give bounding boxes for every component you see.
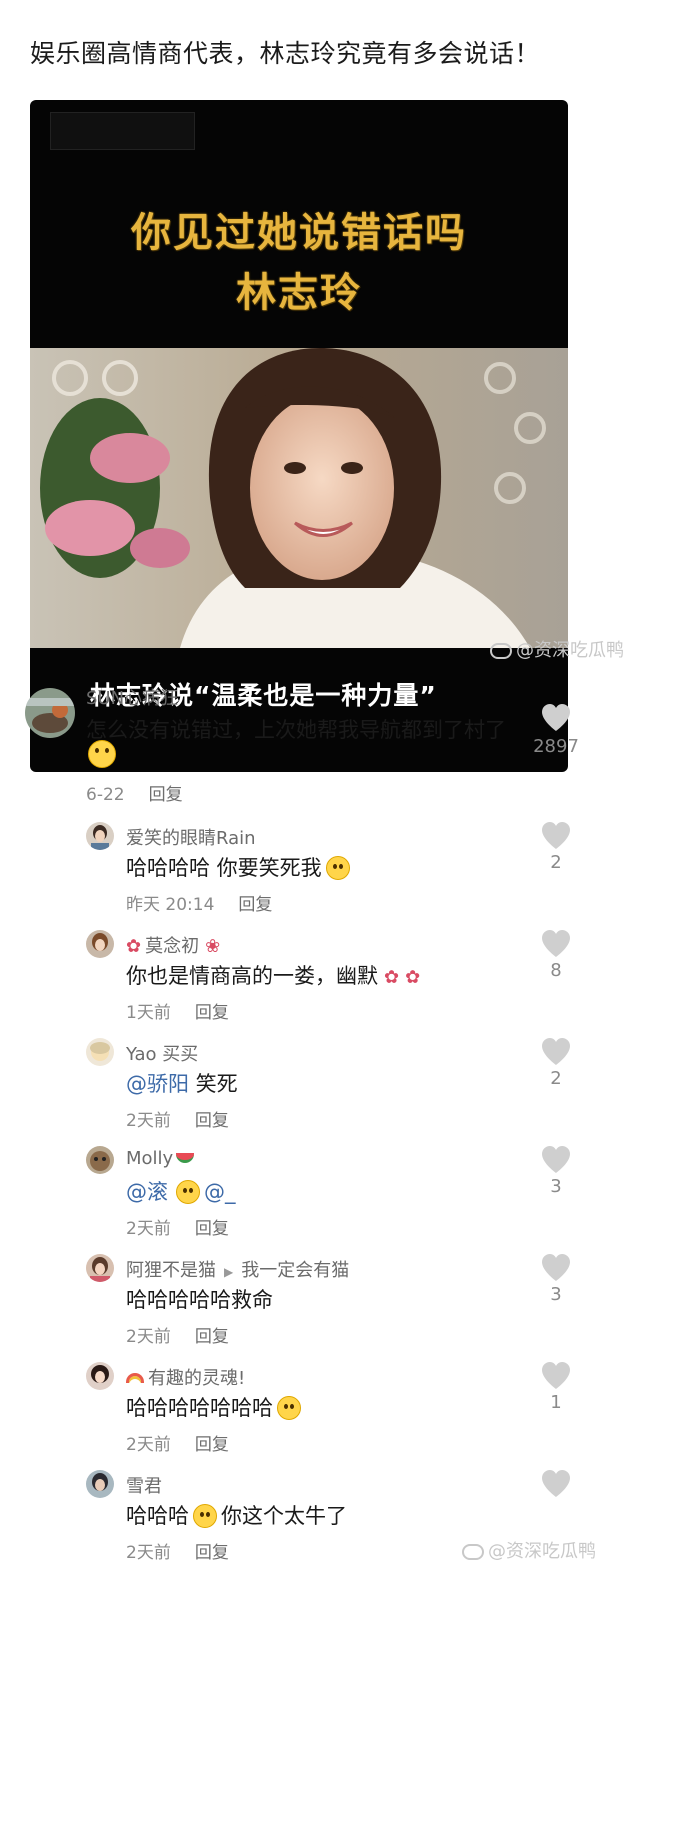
reply-arrow-icon: ▶ xyxy=(224,1265,234,1279)
reply-button[interactable]: 回复 xyxy=(195,1111,229,1131)
crying-laugh-emoji-icon xyxy=(176,1180,200,1204)
like-count: 2 xyxy=(550,1068,562,1089)
watermark-text: @资深吃瓜鸭 xyxy=(488,1541,596,1562)
avatar[interactable] xyxy=(86,1254,114,1282)
like-count: 8 xyxy=(550,960,562,981)
commenter-name[interactable]: 阿狸不是猫 xyxy=(126,1260,216,1281)
portrait-photo xyxy=(30,348,568,648)
reply-button[interactable]: 回复 xyxy=(238,895,272,915)
mention-link[interactable]: @_ xyxy=(204,1180,236,1204)
comment-time: 昨天 20:14 xyxy=(126,895,215,915)
commenter-name[interactable]: Molly xyxy=(126,1148,173,1169)
laugh-emoji-icon xyxy=(193,1504,217,1528)
reply-button[interactable]: 回复 xyxy=(195,1327,229,1347)
commenter-name[interactable]: 雪君 xyxy=(126,1472,162,1498)
comment-time: 2天前 xyxy=(126,1219,171,1239)
commenter-name[interactable]: 有趣的灵魂! xyxy=(148,1368,245,1389)
like-count: 2897 xyxy=(533,736,579,757)
comment-text-continued: 你这个太牛了 xyxy=(221,1504,347,1528)
like-count: 3 xyxy=(550,1176,562,1197)
heart-icon[interactable] xyxy=(541,704,571,732)
comment-time: 2天前 xyxy=(126,1435,171,1455)
heart-icon[interactable] xyxy=(541,822,571,850)
heart-icon[interactable] xyxy=(541,930,571,958)
watermelon-icon xyxy=(176,1153,195,1163)
watermark: @资深吃瓜鸭 xyxy=(490,636,624,662)
watermark-text: @资深吃瓜鸭 xyxy=(516,640,624,661)
commenter-name[interactable]: 莫念初 xyxy=(145,936,199,957)
post-image[interactable]: 你见过她说错话吗 林志玲 林志玲说“温柔也是一种力量” xyxy=(30,100,568,772)
reply-button[interactable]: 回复 xyxy=(195,1003,229,1023)
flower-icon: ❀ xyxy=(205,936,221,957)
comment-text: 哈哈哈哈哈救命 xyxy=(126,1288,273,1312)
comment-text: 你也是情商高的一娄，幽默 xyxy=(126,964,378,988)
heart-icon[interactable] xyxy=(541,1362,571,1390)
weibo-logo-icon xyxy=(462,1544,484,1560)
comment-time: 6-22 xyxy=(86,785,125,805)
watermark: @资深吃瓜鸭 xyxy=(462,1537,596,1563)
comment-text: 哈哈哈哈 你要笑死我 xyxy=(126,856,322,880)
avatar[interactable] xyxy=(86,1362,114,1390)
media-subheadline: 林志玲 xyxy=(236,269,362,316)
rose-icon: ✿ xyxy=(126,936,142,957)
mention-link[interactable]: @滚 xyxy=(126,1180,168,1204)
post-title: 娱乐圈高情商代表，林志玲究竟有多会说话！ xyxy=(30,39,541,68)
reply-button[interactable]: 回复 xyxy=(149,785,183,805)
heart-icon[interactable] xyxy=(541,1038,571,1066)
weibo-logo-icon xyxy=(490,643,512,659)
rainbow-icon xyxy=(126,1373,144,1383)
comment-time: 2天前 xyxy=(126,1543,171,1563)
blurred-corner-tag xyxy=(50,112,195,150)
rose-icon: ✿ xyxy=(384,967,400,988)
avatar[interactable] xyxy=(86,822,114,850)
comment-time: 2天前 xyxy=(126,1111,171,1131)
avatar[interactable] xyxy=(86,1146,114,1174)
commenter-name[interactable]: 爱笑的眼睛Rain xyxy=(126,824,256,850)
avatar[interactable] xyxy=(86,930,114,958)
avatar[interactable] xyxy=(25,688,75,738)
commenter-name[interactable]: Yao 买买 xyxy=(126,1040,198,1066)
comment-time: 2天前 xyxy=(126,1327,171,1347)
reply-button[interactable]: 回复 xyxy=(195,1543,229,1563)
heart-icon[interactable] xyxy=(541,1254,571,1282)
commenter-name[interactable]: SUN心病狂 xyxy=(86,684,178,710)
reply-button[interactable]: 回复 xyxy=(195,1219,229,1239)
laugh-emoji-icon xyxy=(325,856,350,880)
comment-time: 1天前 xyxy=(126,1003,171,1023)
media-headline: 你见过她说错话吗 xyxy=(131,209,467,256)
like-count: 2 xyxy=(550,852,562,873)
avatar[interactable] xyxy=(86,1470,114,1498)
heart-icon[interactable] xyxy=(541,1146,571,1174)
reply-to-name[interactable]: 我一定会有猫 xyxy=(241,1260,349,1281)
laugh-emoji-icon xyxy=(277,1396,301,1420)
comment-text: 笑死 xyxy=(189,1072,238,1096)
like-count: 3 xyxy=(550,1284,562,1305)
comment-text: 哈哈哈 xyxy=(126,1504,189,1528)
comment-text: 怎么没有说错过，上次她帮我导航都到了村了 xyxy=(86,718,506,742)
like-count: 1 xyxy=(550,1392,562,1413)
avatar[interactable] xyxy=(86,1038,114,1066)
reply-button[interactable]: 回复 xyxy=(195,1435,229,1455)
comment-text: 哈哈哈哈哈哈哈 xyxy=(126,1396,273,1420)
mention-link[interactable]: @骄阳 xyxy=(126,1072,189,1096)
laugh-emoji-icon xyxy=(86,740,116,768)
heart-icon[interactable] xyxy=(541,1470,571,1498)
rose-icon: ✿ xyxy=(405,967,421,988)
